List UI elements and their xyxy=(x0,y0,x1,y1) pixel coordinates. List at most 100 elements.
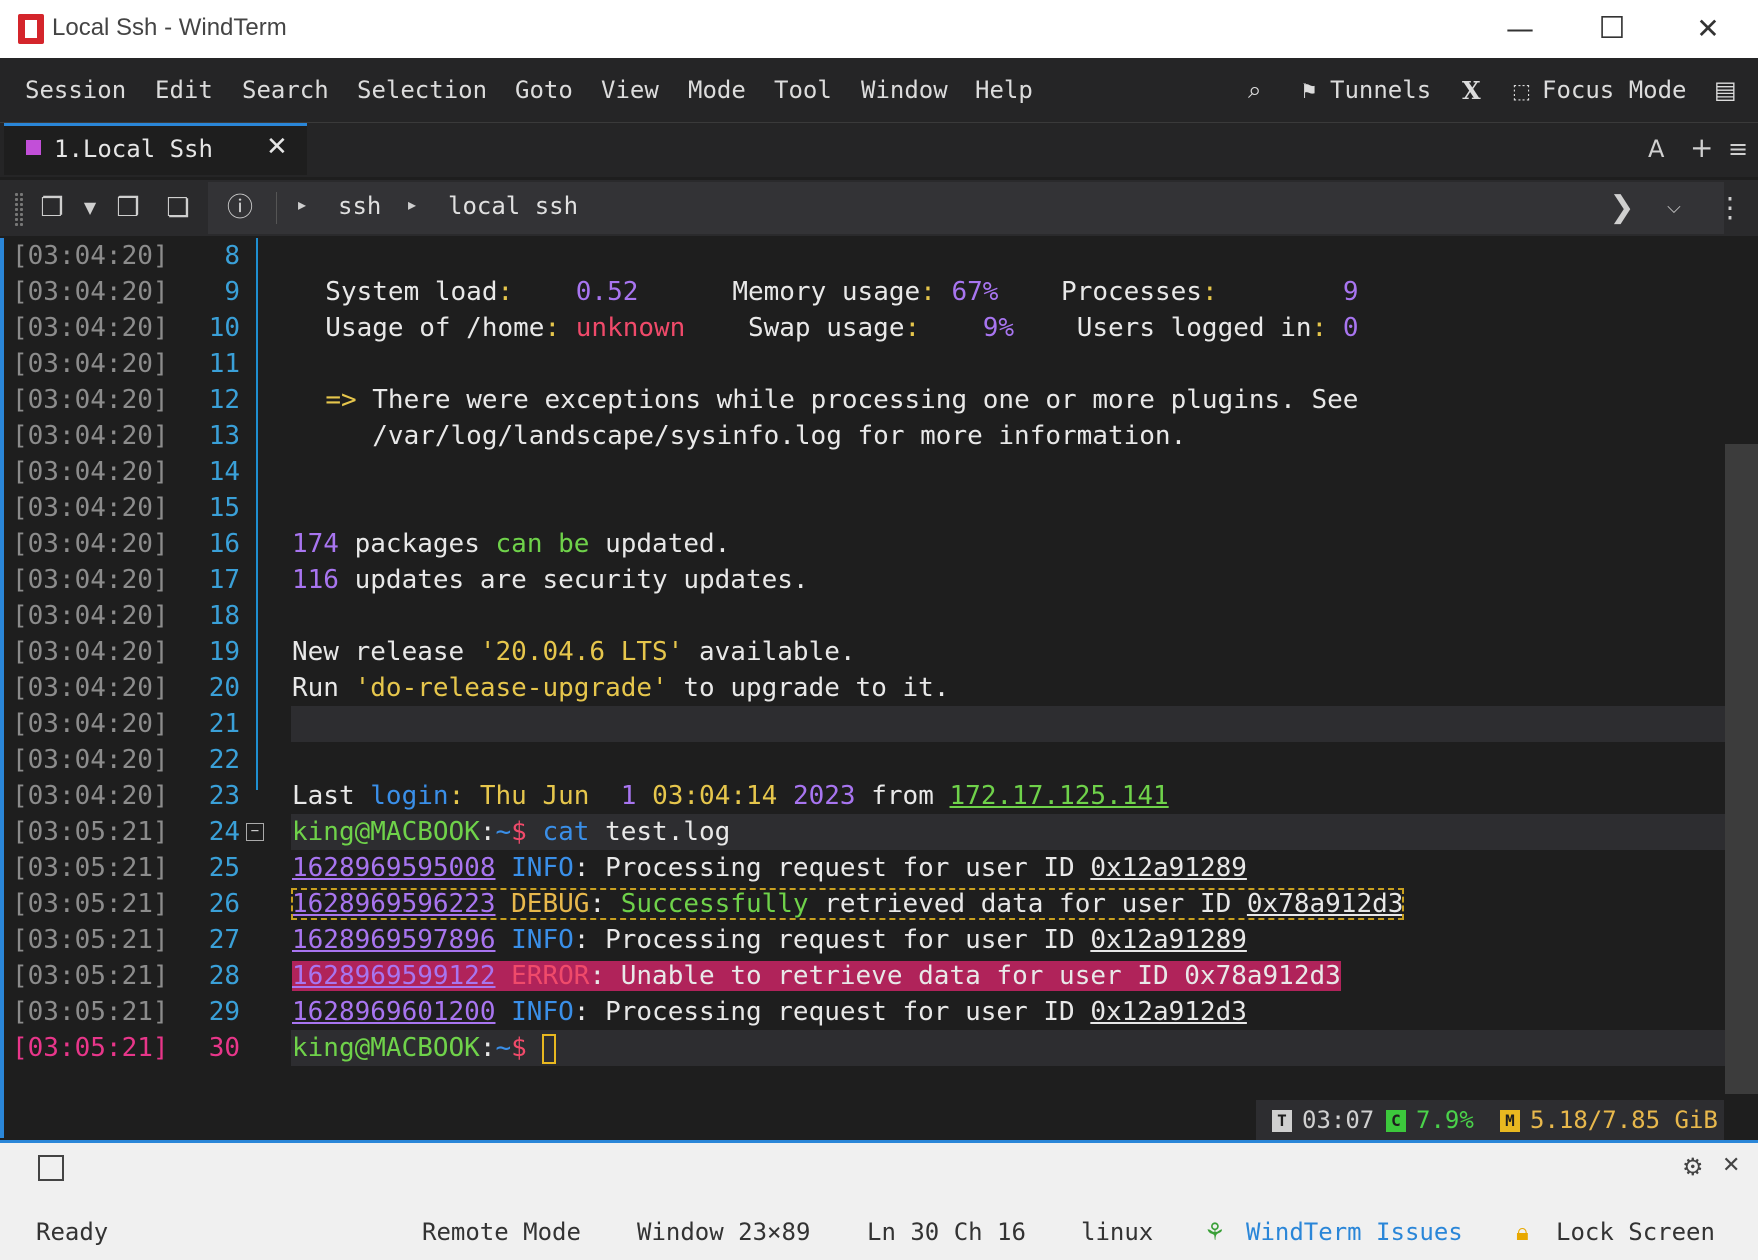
line-text[interactable]: Run 'do-release-upgrade' to upgrade to i… xyxy=(292,673,949,703)
line-text[interactable]: System load: 0.52 Memory usage: 67% Proc… xyxy=(294,277,1358,307)
line-text[interactable]: king@MACBOOK:~$ cat test.log xyxy=(292,817,730,847)
close-pane-icon[interactable]: ✕ xyxy=(1722,1153,1740,1178)
menu-help[interactable]: Help xyxy=(975,76,1033,104)
line-text[interactable]: 1628969599122 ERROR: Unable to retrieve … xyxy=(292,961,1341,991)
session-color-icon xyxy=(26,140,41,155)
tab-menu-button[interactable]: ≡ xyxy=(1728,135,1748,163)
new-session-icon[interactable]: ❐ xyxy=(34,190,70,226)
settings-icon[interactable]: ⚙ xyxy=(1682,1153,1704,1181)
text-segment: New release xyxy=(292,637,480,667)
menu-mode[interactable]: Mode xyxy=(688,76,746,104)
detach-icon[interactable]: ❒ xyxy=(110,190,146,226)
line-text[interactable]: 116 updates are security updates. xyxy=(292,565,809,595)
breadcrumb-item-local-ssh[interactable]: local ssh xyxy=(448,192,578,220)
text-segment: => xyxy=(325,385,357,415)
terminal-line: [03:04:20] 19 New release '20.04.6 LTS' av… xyxy=(0,634,1725,670)
terminal-line: [03:05:21] 26 1628969596223 DEBUG: Success… xyxy=(0,886,1725,922)
text-segment: 172.17.125.141 xyxy=(949,781,1169,811)
text-segment xyxy=(777,781,793,811)
text-segment xyxy=(496,925,512,955)
line-text[interactable]: => There were exceptions while processin… xyxy=(294,385,1358,415)
text-segment: 'do-release-upgrade' xyxy=(354,673,668,703)
line-text[interactable]: 1628969595008 INFO: Processing request f… xyxy=(292,853,1247,883)
line-text[interactable]: 174 packages can be updated. xyxy=(292,529,730,559)
scrollbar-thumb[interactable] xyxy=(1725,444,1758,1094)
line-text[interactable]: king@MACBOOK:~$ xyxy=(292,1033,557,1064)
terminal-line: [03:04:20] 12 => There were exceptions wh… xyxy=(0,382,1725,418)
line-number: 16 xyxy=(208,529,240,559)
line-timestamp: [03:04:20] xyxy=(12,349,169,379)
line-timestamp: [03:05:21] xyxy=(12,997,169,1027)
menu-tool[interactable]: Tool xyxy=(774,76,832,104)
add-tab-button[interactable]: + xyxy=(1690,131,1713,164)
terminal-line: [03:04:20] 16 174 packages can be updated. xyxy=(0,526,1725,562)
line-timestamp: [03:04:20] xyxy=(12,385,169,415)
line-text[interactable]: /var/log/landscape/sysinfo.log for more … xyxy=(294,421,1186,451)
terminal-line: [03:05:21] 30 king@MACBOOK:~$ xyxy=(0,1030,1725,1066)
text-segment: 116 xyxy=(292,565,339,595)
line-text[interactable]: 1628969597896 INFO: Processing request f… xyxy=(292,925,1247,955)
text-segment: updated. xyxy=(589,529,731,559)
minimize-button[interactable]: — xyxy=(1492,8,1548,50)
terminal-line: [03:05:21] 24− king@MACBOOK:~$ cat test.lo… xyxy=(0,814,1725,850)
status-mode[interactable]: Remote Mode xyxy=(422,1218,581,1246)
tab-local-ssh[interactable]: 1.Local Ssh ✕ xyxy=(4,123,307,175)
status-os[interactable]: linux xyxy=(1081,1218,1153,1246)
text-segment: Last xyxy=(292,781,371,811)
breadcrumb-arrow-icon: ▸ xyxy=(408,195,417,214)
text-segment: : xyxy=(497,277,514,307)
tab-close-icon[interactable]: ✕ xyxy=(266,132,288,162)
line-number: 18 xyxy=(208,601,240,631)
text-segment: Swap usage xyxy=(685,313,905,343)
line-text[interactable]: 1628969601200 INFO: Processing request f… xyxy=(292,997,1247,1027)
line-text[interactable]: 1628969596223 DEBUG: Successfully retrie… xyxy=(290,888,1405,920)
line-number: 28 xyxy=(208,961,240,991)
focus-mode-icon: ⬚ xyxy=(1512,79,1531,103)
more-options-icon[interactable]: ⋮ xyxy=(1712,190,1748,226)
vertical-scrollbar[interactable] xyxy=(1725,238,1758,1138)
focus-mode-button[interactable]: Focus Mode xyxy=(1542,76,1687,104)
menu-window[interactable]: Window xyxy=(861,76,948,104)
menu-edit[interactable]: Edit xyxy=(155,76,213,104)
title-bar: Local Ssh - WindTerm — ☐ ✕ xyxy=(0,0,1758,58)
status-window-size[interactable]: Window 23×89 xyxy=(637,1218,810,1246)
issues-link[interactable]: WindTerm Issues xyxy=(1246,1218,1463,1246)
text-segment xyxy=(496,961,512,991)
layout-icon[interactable]: ▤ xyxy=(1714,76,1737,104)
chevron-down-icon[interactable]: ⌵ xyxy=(1656,190,1692,226)
chevron-right-icon[interactable]: ❯ xyxy=(1604,190,1640,226)
fold-toggle-icon[interactable]: − xyxy=(246,823,264,841)
menu-session[interactable]: Session xyxy=(25,76,126,104)
breadcrumb-item-ssh[interactable]: ssh xyxy=(338,192,381,220)
pane-icon[interactable] xyxy=(38,1155,64,1181)
maximize-button[interactable]: ☐ xyxy=(1584,8,1640,50)
font-button[interactable]: A xyxy=(1648,135,1664,163)
status-cursor-position[interactable]: Ln 30 Ch 16 xyxy=(867,1218,1026,1246)
terminal-line: [03:04:20] 18 xyxy=(0,598,1725,634)
line-text[interactable]: New release '20.04.6 LTS' available. xyxy=(292,637,856,667)
x-button[interactable]: X xyxy=(1462,76,1481,105)
info-icon[interactable]: ⓘ xyxy=(222,190,258,226)
search-icon[interactable]: ⌕ xyxy=(1248,76,1261,104)
tunnels-button[interactable]: Tunnels xyxy=(1330,76,1431,104)
text-segment: : xyxy=(448,781,480,811)
line-timestamp: [03:05:21] xyxy=(12,853,169,883)
lock-screen-button[interactable]: Lock Screen xyxy=(1556,1218,1715,1246)
terminal[interactable]: [03:04:20] 8 [03:04:20] 9 System load: 0.52… xyxy=(0,238,1758,1138)
terminal-line: [03:04:20] 23 Last login: Thu Jun 1 03:04:… xyxy=(0,778,1725,814)
menu-search[interactable]: Search xyxy=(242,76,329,104)
chevron-down-icon[interactable]: ▼ xyxy=(72,190,108,226)
text-segment: 9% xyxy=(982,313,1015,343)
line-text[interactable]: Usage of /home: unknown Swap usage: 9% U… xyxy=(294,313,1358,343)
memory-badge-icon: M xyxy=(1500,1110,1520,1132)
duplicate-icon[interactable]: ❏ xyxy=(160,190,196,226)
line-timestamp: [03:05:21] xyxy=(12,1033,169,1063)
line-text[interactable]: Last login: Thu Jun 1 03:04:14 2023 from… xyxy=(292,781,1169,811)
terminal-line: [03:04:20] 22 xyxy=(0,742,1725,778)
line-number: 26 xyxy=(208,889,240,919)
menu-goto[interactable]: Goto xyxy=(515,76,573,104)
menu-view[interactable]: View xyxy=(601,76,659,104)
toolbar-grip-icon[interactable] xyxy=(14,192,24,226)
menu-selection[interactable]: Selection xyxy=(357,76,487,104)
close-button[interactable]: ✕ xyxy=(1680,8,1736,50)
